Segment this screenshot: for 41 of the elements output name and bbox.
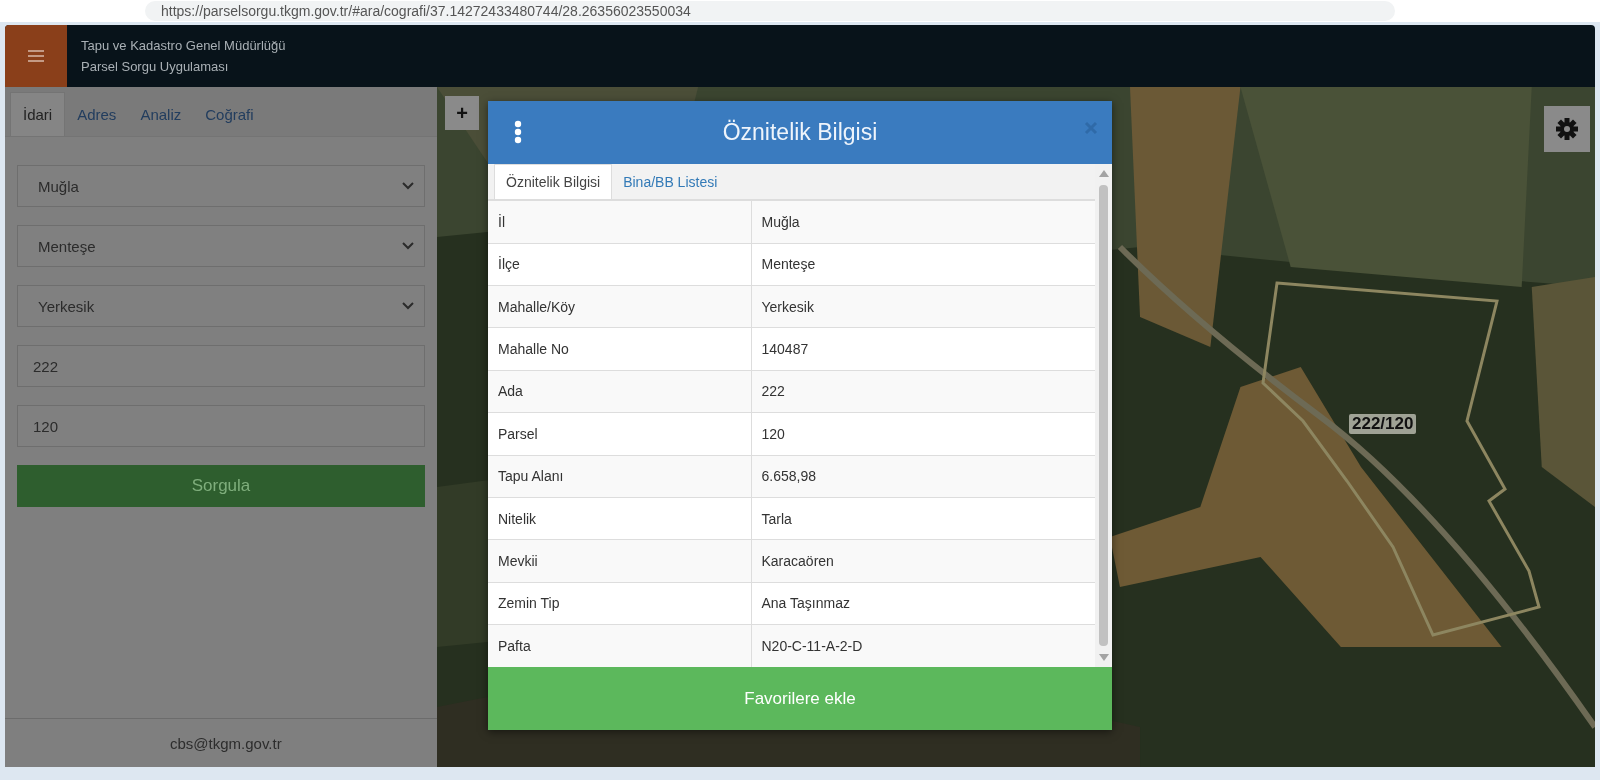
tab[interactable]: Coğrafi <box>193 92 266 136</box>
attribute-label: İl <box>488 200 751 244</box>
chevron-down-icon <box>402 242 414 250</box>
agency-name: Tapu ve Kadastro Genel Müdürlüğü <box>81 38 286 53</box>
attribute-label: Parsel <box>488 412 751 456</box>
settings-icon <box>1556 118 1578 140</box>
attribute-label: Zemin Tip <box>488 582 751 625</box>
dropdown[interactable]: Muğla <box>17 165 425 207</box>
parcel-label: 222/120 <box>1349 414 1417 434</box>
attribute-label: Ada <box>488 370 751 413</box>
scroll-up-icon[interactable] <box>1098 170 1109 177</box>
chevron-down-icon <box>402 182 414 190</box>
attribute-label: Tapu Alanı <box>488 455 751 498</box>
attribute-label: Mahalle No <box>488 327 751 371</box>
zoom-in-button[interactable]: + <box>445 96 479 130</box>
scroll-down-icon[interactable] <box>1098 654 1109 661</box>
tab[interactable]: Öznitelik Bilgisi <box>494 164 613 200</box>
attribute-label: Nitelik <box>488 497 751 540</box>
dropdown[interactable]: Menteşe <box>17 225 425 267</box>
input-field[interactable]: 120 <box>17 405 425 447</box>
tab[interactable]: Adres <box>65 92 129 136</box>
query-button[interactable]: Sorgula <box>17 465 425 507</box>
add-favorites-button[interactable]: Favorilere ekle <box>488 667 1112 730</box>
menu-button[interactable] <box>5 25 67 87</box>
scrollbar-thumb[interactable] <box>1099 185 1108 646</box>
more-options-icon[interactable] <box>514 120 522 144</box>
chevron-down-icon <box>402 302 414 310</box>
attribute-label: Mevkii <box>488 539 751 583</box>
contact-email[interactable]: cbs@tkgm.gov.tr <box>170 734 282 752</box>
address-bar[interactable]: https://parselsorgu.tkgm.gov.tr/#ara/cografi/37.14272433480744/28.26356023550034 <box>145 1 1395 21</box>
tab[interactable]: Analiz <box>128 92 194 136</box>
dialog-title: Öznitelik Bilgisi <box>722 119 878 146</box>
attribute-label: İlçe <box>488 243 751 286</box>
attribute-label: Mahalle/Köy <box>488 285 751 328</box>
app-name: Parsel Sorgu Uygulaması <box>81 59 230 74</box>
tab[interactable]: İdari <box>10 92 66 136</box>
dropdown[interactable]: Yerkesik <box>17 285 425 327</box>
tab[interactable]: Bina/BB Listesi <box>612 164 729 200</box>
input-field[interactable]: 222 <box>17 345 425 387</box>
menu-icon <box>28 50 44 62</box>
settings-button[interactable] <box>1544 106 1590 152</box>
